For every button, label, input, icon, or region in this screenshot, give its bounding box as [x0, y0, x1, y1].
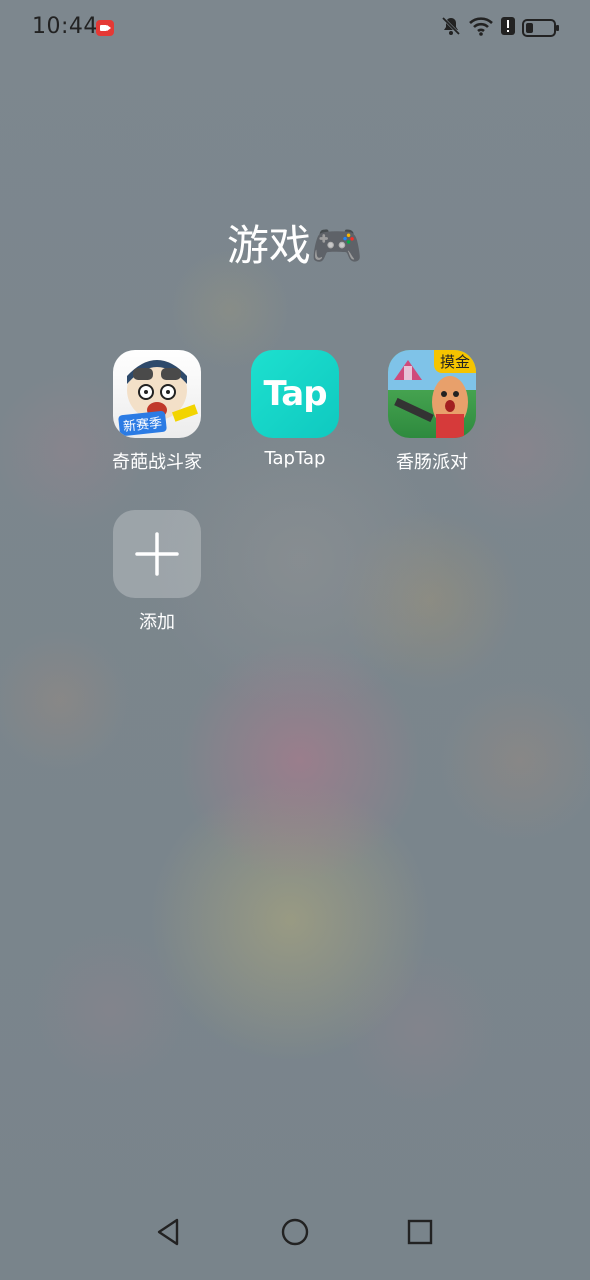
battery-level [526, 23, 533, 33]
status-time: 10:44 [32, 14, 98, 39]
recents-icon[interactable] [400, 1212, 440, 1252]
battery-icon [522, 19, 559, 37]
status-icons [440, 15, 559, 41]
app-taptap[interactable]: Tap TapTap [235, 350, 355, 469]
folder-title[interactable]: 游戏🎮 [0, 212, 590, 273]
blurred-wallpaper [0, 0, 590, 1280]
add-app-button[interactable]: 添加 [97, 510, 217, 634]
taptap-icon[interactable]: Tap [251, 350, 339, 438]
wifi-icon [468, 15, 494, 41]
qipa-zhandoujia-icon[interactable]: 新赛季 [113, 350, 201, 438]
back-icon[interactable] [149, 1212, 189, 1252]
status-bar: 10:44 [0, 0, 590, 56]
xiangchang-paidui-icon[interactable]: 摸金 [388, 350, 476, 438]
home-icon[interactable] [275, 1212, 315, 1252]
app-label: TapTap [264, 448, 326, 469]
plus-icon[interactable] [113, 510, 201, 598]
app-label: 香肠派对 [396, 452, 468, 473]
app-qipa-zhandoujia[interactable]: 新赛季 奇葩战斗家 [97, 350, 217, 474]
app-label: 添加 [139, 612, 175, 633]
taptap-logo-text: Tap [263, 374, 327, 414]
mute-icon [440, 15, 462, 41]
navigation-bar [0, 1190, 590, 1280]
app-xiangchang-paidui[interactable]: 摸金 香肠派对 [372, 350, 492, 474]
app-label: 奇葩战斗家 [112, 452, 202, 473]
alert-icon [500, 15, 516, 41]
mojin-badge: 摸金 [433, 350, 476, 373]
screen-record-icon [96, 20, 114, 36]
